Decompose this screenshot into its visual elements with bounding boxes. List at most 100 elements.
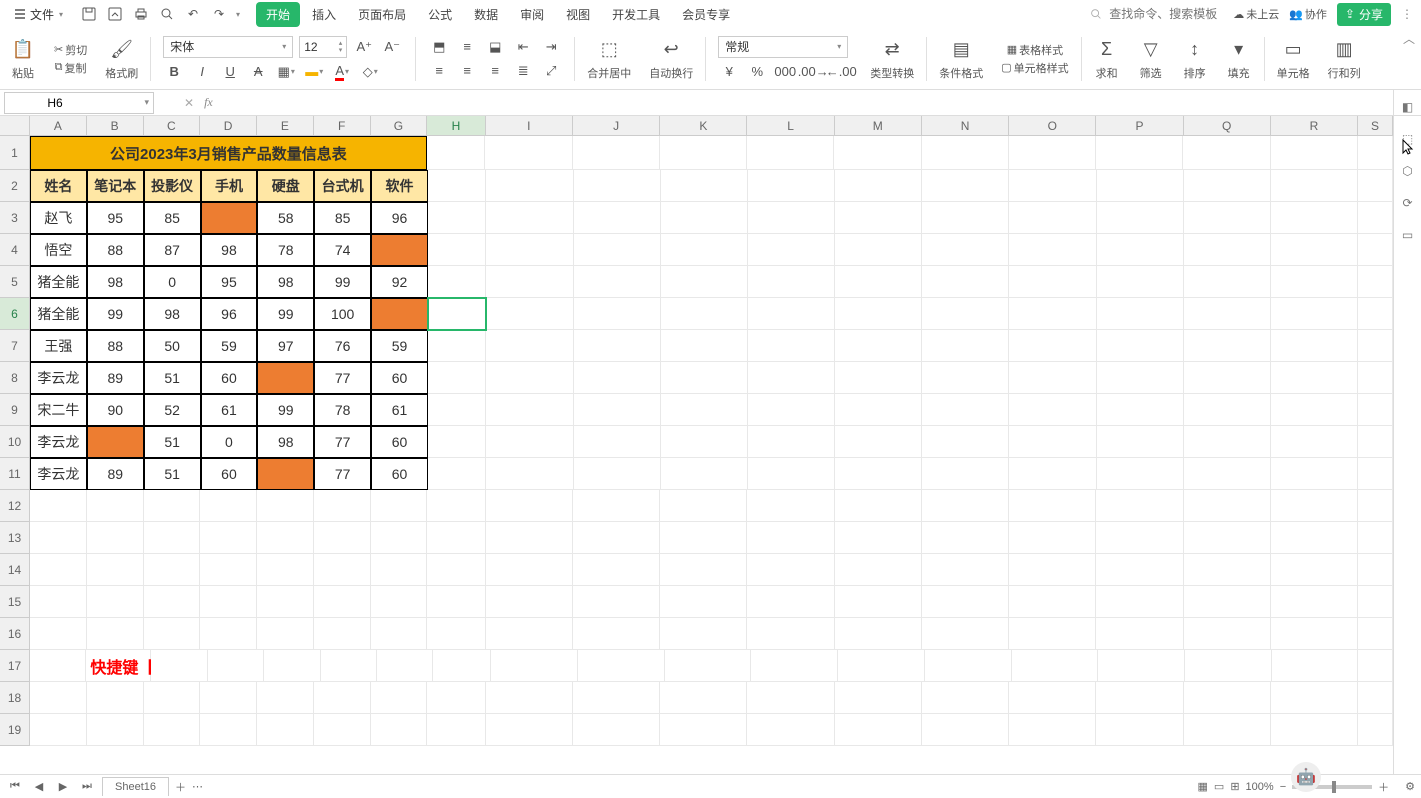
cell[interactable]: 95 (87, 202, 144, 234)
cell[interactable] (491, 650, 578, 682)
cell[interactable] (87, 714, 144, 746)
cell[interactable] (427, 136, 486, 170)
table-header-cell[interactable]: 手机 (201, 170, 258, 202)
cell[interactable] (922, 136, 1009, 170)
cell[interactable] (314, 682, 371, 714)
cell[interactable] (314, 554, 371, 586)
tab-layout[interactable]: 页面布局 (348, 2, 416, 27)
comma-icon[interactable]: 000 (774, 62, 796, 82)
column-header[interactable]: A (30, 116, 87, 136)
cell[interactable] (835, 490, 922, 522)
sheet-nav-prev[interactable]: ◀ (30, 780, 48, 793)
cell[interactable]: 0 (144, 266, 201, 298)
cell[interactable]: 95 (201, 266, 258, 298)
cell[interactable] (144, 586, 201, 618)
cell[interactable] (661, 266, 748, 298)
cell[interactable] (485, 136, 572, 170)
cell[interactable] (1184, 490, 1271, 522)
cell[interactable] (661, 234, 748, 266)
cell[interactable] (314, 618, 371, 650)
cell[interactable] (748, 202, 835, 234)
cell[interactable] (922, 714, 1009, 746)
cell[interactable] (835, 202, 922, 234)
cell[interactable] (1358, 458, 1393, 490)
cell[interactable]: 98 (257, 266, 314, 298)
cell[interactable] (1184, 362, 1271, 394)
cell[interactable] (660, 618, 747, 650)
cell[interactable] (314, 586, 371, 618)
cell[interactable] (428, 330, 486, 362)
cell[interactable] (1096, 554, 1183, 586)
cell[interactable] (1271, 458, 1358, 490)
cell[interactable]: 51 (144, 426, 201, 458)
cell[interactable] (1271, 136, 1358, 170)
cell-button[interactable]: ▭单元格 (1277, 37, 1310, 81)
cell[interactable] (200, 522, 257, 554)
column-header[interactable]: G (371, 116, 428, 136)
cell[interactable]: 100 (314, 298, 371, 330)
cell[interactable] (486, 490, 573, 522)
cell[interactable] (486, 234, 573, 266)
cell[interactable] (144, 618, 201, 650)
cell[interactable] (200, 714, 257, 746)
cell[interactable] (486, 394, 573, 426)
cell[interactable] (660, 682, 747, 714)
cell[interactable] (1009, 586, 1096, 618)
cloud-status[interactable]: ☁ 未上云 (1233, 6, 1279, 22)
cell[interactable] (1358, 362, 1393, 394)
row-header[interactable]: 14 (0, 554, 30, 586)
table-header-cell[interactable]: 台式机 (314, 170, 371, 202)
cell[interactable] (751, 650, 838, 682)
cell[interactable] (574, 234, 661, 266)
column-header[interactable]: P (1096, 116, 1183, 136)
cell[interactable] (661, 298, 748, 330)
number-format-select[interactable]: 常规▾ (718, 36, 848, 58)
cell[interactable] (834, 136, 921, 170)
sidebar-more-icon[interactable]: ▭ (1402, 228, 1413, 242)
column-header[interactable]: J (573, 116, 660, 136)
cell[interactable]: 60 (371, 362, 428, 394)
cell[interactable] (144, 490, 201, 522)
cell[interactable] (1009, 714, 1096, 746)
cell[interactable] (835, 170, 922, 202)
cell[interactable]: 猪全能 (30, 266, 87, 298)
cell[interactable]: 99 (257, 394, 314, 426)
cell[interactable] (922, 618, 1009, 650)
sheet-list-button[interactable]: ⋯ (192, 780, 203, 793)
cell[interactable] (574, 394, 661, 426)
cell[interactable] (427, 522, 485, 554)
cell[interactable] (1009, 170, 1096, 202)
save-as-icon[interactable] (105, 4, 125, 24)
cell[interactable] (144, 682, 201, 714)
cell[interactable] (1184, 202, 1271, 234)
cell[interactable] (257, 522, 314, 554)
type-convert-button[interactable]: ⇄类型转换 (870, 37, 914, 81)
orientation-icon[interactable]: ⤢ (540, 61, 562, 81)
cell[interactable] (371, 554, 428, 586)
table-header-cell[interactable]: 硬盘 (257, 170, 314, 202)
cell[interactable] (1358, 170, 1393, 202)
cell[interactable] (1096, 586, 1183, 618)
cell[interactable] (1358, 682, 1393, 714)
row-header[interactable]: 2 (0, 170, 30, 202)
sort-button[interactable]: ↕排序 (1182, 37, 1208, 81)
cell[interactable] (1009, 234, 1096, 266)
cell[interactable]: 77 (314, 362, 371, 394)
cell[interactable] (1096, 714, 1183, 746)
cell[interactable] (835, 458, 922, 490)
cell[interactable] (1271, 522, 1358, 554)
cell[interactable] (1009, 426, 1096, 458)
cell[interactable] (87, 522, 144, 554)
cell[interactable]: 88 (87, 330, 144, 362)
cell[interactable] (30, 522, 87, 554)
cell[interactable] (1184, 554, 1271, 586)
cell[interactable] (660, 714, 747, 746)
redo-icon[interactable]: ↷ (209, 4, 229, 24)
cell[interactable]: 59 (201, 330, 258, 362)
font-name-select[interactable]: 宋体▾ (163, 36, 293, 58)
cell[interactable] (486, 426, 573, 458)
cell[interactable]: 52 (144, 394, 201, 426)
qat-dropdown[interactable]: ▾ (236, 10, 240, 19)
cell[interactable]: 51 (144, 458, 201, 490)
cell[interactable]: 99 (87, 298, 144, 330)
